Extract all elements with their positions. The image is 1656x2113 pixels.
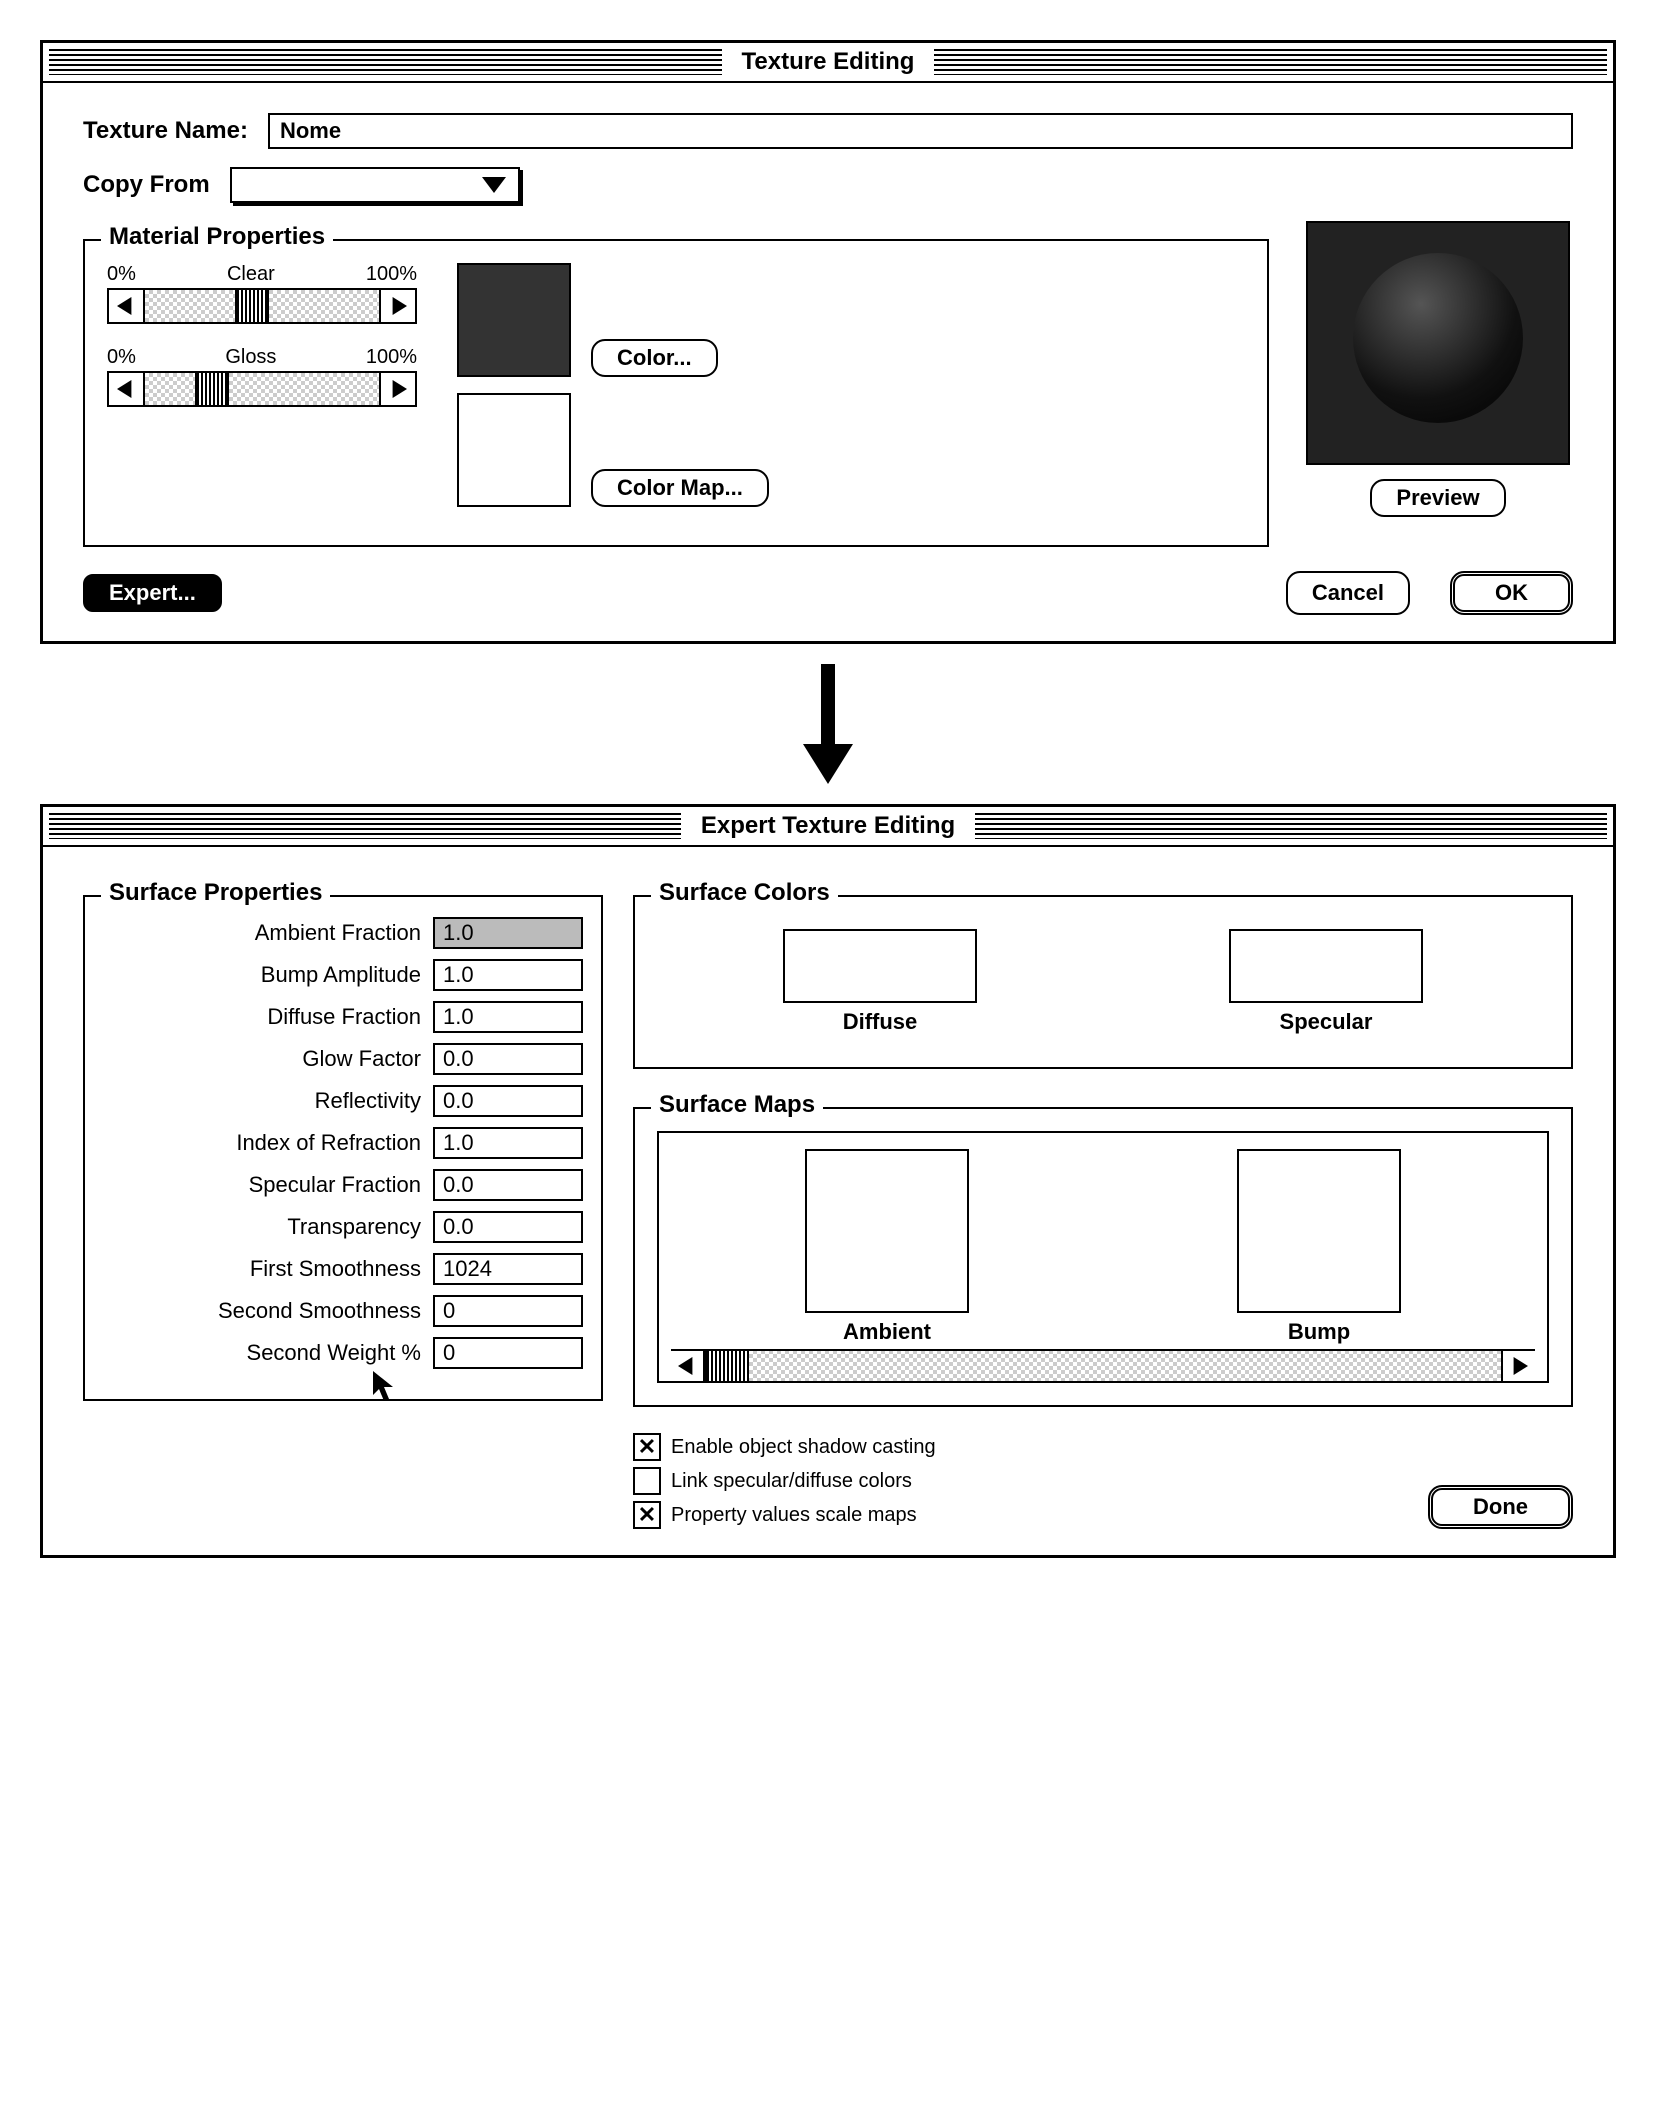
chevron-down-icon (482, 177, 506, 193)
property-row: First Smoothness (103, 1253, 583, 1285)
surface-properties-title: Surface Properties (101, 879, 330, 907)
arrow-right-icon[interactable] (379, 373, 415, 405)
property-input[interactable] (433, 959, 583, 991)
specular-label: Specular (1280, 1009, 1373, 1035)
clear-slider: 0% Clear 100% (107, 263, 417, 324)
arrow-down-icon (40, 664, 1616, 784)
property-row: Ambient Fraction (103, 917, 583, 949)
property-row: Specular Fraction (103, 1169, 583, 1201)
slider-thumb[interactable] (195, 373, 229, 405)
property-label: Specular Fraction (249, 1172, 421, 1198)
property-input[interactable] (433, 1337, 583, 1369)
copy-from-label: Copy From (83, 171, 210, 199)
property-input[interactable] (433, 1295, 583, 1327)
shadow-casting-label: Enable object shadow casting (671, 1436, 936, 1459)
clear-slider-max: 100% (366, 263, 417, 286)
ok-button[interactable]: OK (1450, 571, 1573, 615)
property-input[interactable] (433, 1211, 583, 1243)
titlebar[interactable]: Texture Editing (43, 43, 1613, 83)
property-row: Glow Factor (103, 1043, 583, 1075)
preview-button[interactable]: Preview (1370, 479, 1505, 517)
bump-map-swatch[interactable] (1237, 1149, 1401, 1313)
arrow-left-icon[interactable] (109, 290, 145, 322)
arrow-left-icon[interactable] (109, 373, 145, 405)
copy-from-dropdown[interactable] (230, 167, 520, 203)
gloss-slider-min: 0% (107, 346, 136, 369)
material-properties-group: Material Properties 0% Clear 100% (83, 239, 1269, 547)
slider-thumb[interactable] (235, 290, 269, 322)
property-label: Diffuse Fraction (267, 1004, 421, 1030)
property-label: Bump Amplitude (261, 962, 421, 988)
property-label: Index of Refraction (236, 1130, 421, 1156)
property-row: Transparency (103, 1211, 583, 1243)
arrow-left-icon[interactable] (671, 1351, 705, 1381)
surface-colors-title: Surface Colors (651, 879, 838, 907)
diffuse-swatch[interactable] (783, 929, 977, 1003)
arrow-right-icon[interactable] (379, 290, 415, 322)
link-colors-checkbox[interactable] (633, 1467, 661, 1495)
scrollbar-thumb[interactable] (705, 1351, 749, 1381)
texture-name-label: Texture Name: (83, 117, 248, 145)
scale-maps-label: Property values scale maps (671, 1504, 917, 1527)
property-row: Second Weight % (103, 1337, 583, 1369)
expert-button[interactable]: Expert... (83, 574, 222, 612)
preview-image (1306, 221, 1570, 465)
color-swatch[interactable] (457, 263, 571, 377)
bump-label: Bump (1288, 1319, 1350, 1345)
property-label: Second Weight % (247, 1340, 421, 1366)
property-input[interactable] (433, 1169, 583, 1201)
cancel-button[interactable]: Cancel (1286, 571, 1410, 615)
diffuse-label: Diffuse (843, 1009, 918, 1035)
property-label: First Smoothness (250, 1256, 421, 1282)
color-button[interactable]: Color... (591, 339, 718, 377)
gloss-slider-max: 100% (366, 346, 417, 369)
clear-slider-label: Clear (227, 263, 275, 286)
property-input[interactable] (433, 1253, 583, 1285)
property-input[interactable] (433, 917, 583, 949)
property-row: Reflectivity (103, 1085, 583, 1117)
texture-name-input[interactable] (268, 113, 1573, 149)
property-row: Second Smoothness (103, 1295, 583, 1327)
done-button[interactable]: Done (1428, 1485, 1573, 1529)
property-input[interactable] (433, 1001, 583, 1033)
maps-scrollbar[interactable] (671, 1349, 1535, 1381)
gloss-slider: 0% Gloss 100% (107, 346, 417, 407)
colormap-swatch[interactable] (457, 393, 571, 507)
surface-properties-group: Surface Properties Ambient FractionBump … (83, 895, 603, 1401)
property-label: Second Smoothness (218, 1298, 421, 1324)
colormap-button[interactable]: Color Map... (591, 469, 769, 507)
ambient-map-swatch[interactable] (805, 1149, 969, 1313)
property-label: Ambient Fraction (255, 920, 421, 946)
surface-colors-group: Surface Colors Diffuse Specular (633, 895, 1573, 1069)
property-input[interactable] (433, 1127, 583, 1159)
material-properties-title: Material Properties (101, 223, 333, 251)
window-title: Expert Texture Editing (687, 812, 969, 840)
titlebar[interactable]: Expert Texture Editing (43, 807, 1613, 847)
ambient-label: Ambient (843, 1319, 931, 1345)
texture-editing-window: Texture Editing Texture Name: Copy From … (40, 40, 1616, 644)
property-label: Reflectivity (315, 1088, 421, 1114)
gloss-slider-label: Gloss (225, 346, 276, 369)
surface-maps-title: Surface Maps (651, 1091, 823, 1119)
arrow-right-icon[interactable] (1501, 1351, 1535, 1381)
surface-maps-group: Surface Maps Ambient Bump (633, 1107, 1573, 1407)
link-colors-label: Link specular/diffuse colors (671, 1470, 912, 1493)
property-row: Diffuse Fraction (103, 1001, 583, 1033)
property-label: Glow Factor (302, 1046, 421, 1072)
property-row: Index of Refraction (103, 1127, 583, 1159)
specular-swatch[interactable] (1229, 929, 1423, 1003)
window-title: Texture Editing (728, 48, 929, 76)
shadow-casting-checkbox[interactable] (633, 1433, 661, 1461)
clear-slider-min: 0% (107, 263, 136, 286)
scale-maps-checkbox[interactable] (633, 1501, 661, 1529)
expert-texture-editing-window: Expert Texture Editing Surface Propertie… (40, 804, 1616, 1558)
property-input[interactable] (433, 1043, 583, 1075)
property-row: Bump Amplitude (103, 959, 583, 991)
property-input[interactable] (433, 1085, 583, 1117)
property-label: Transparency (287, 1214, 421, 1240)
